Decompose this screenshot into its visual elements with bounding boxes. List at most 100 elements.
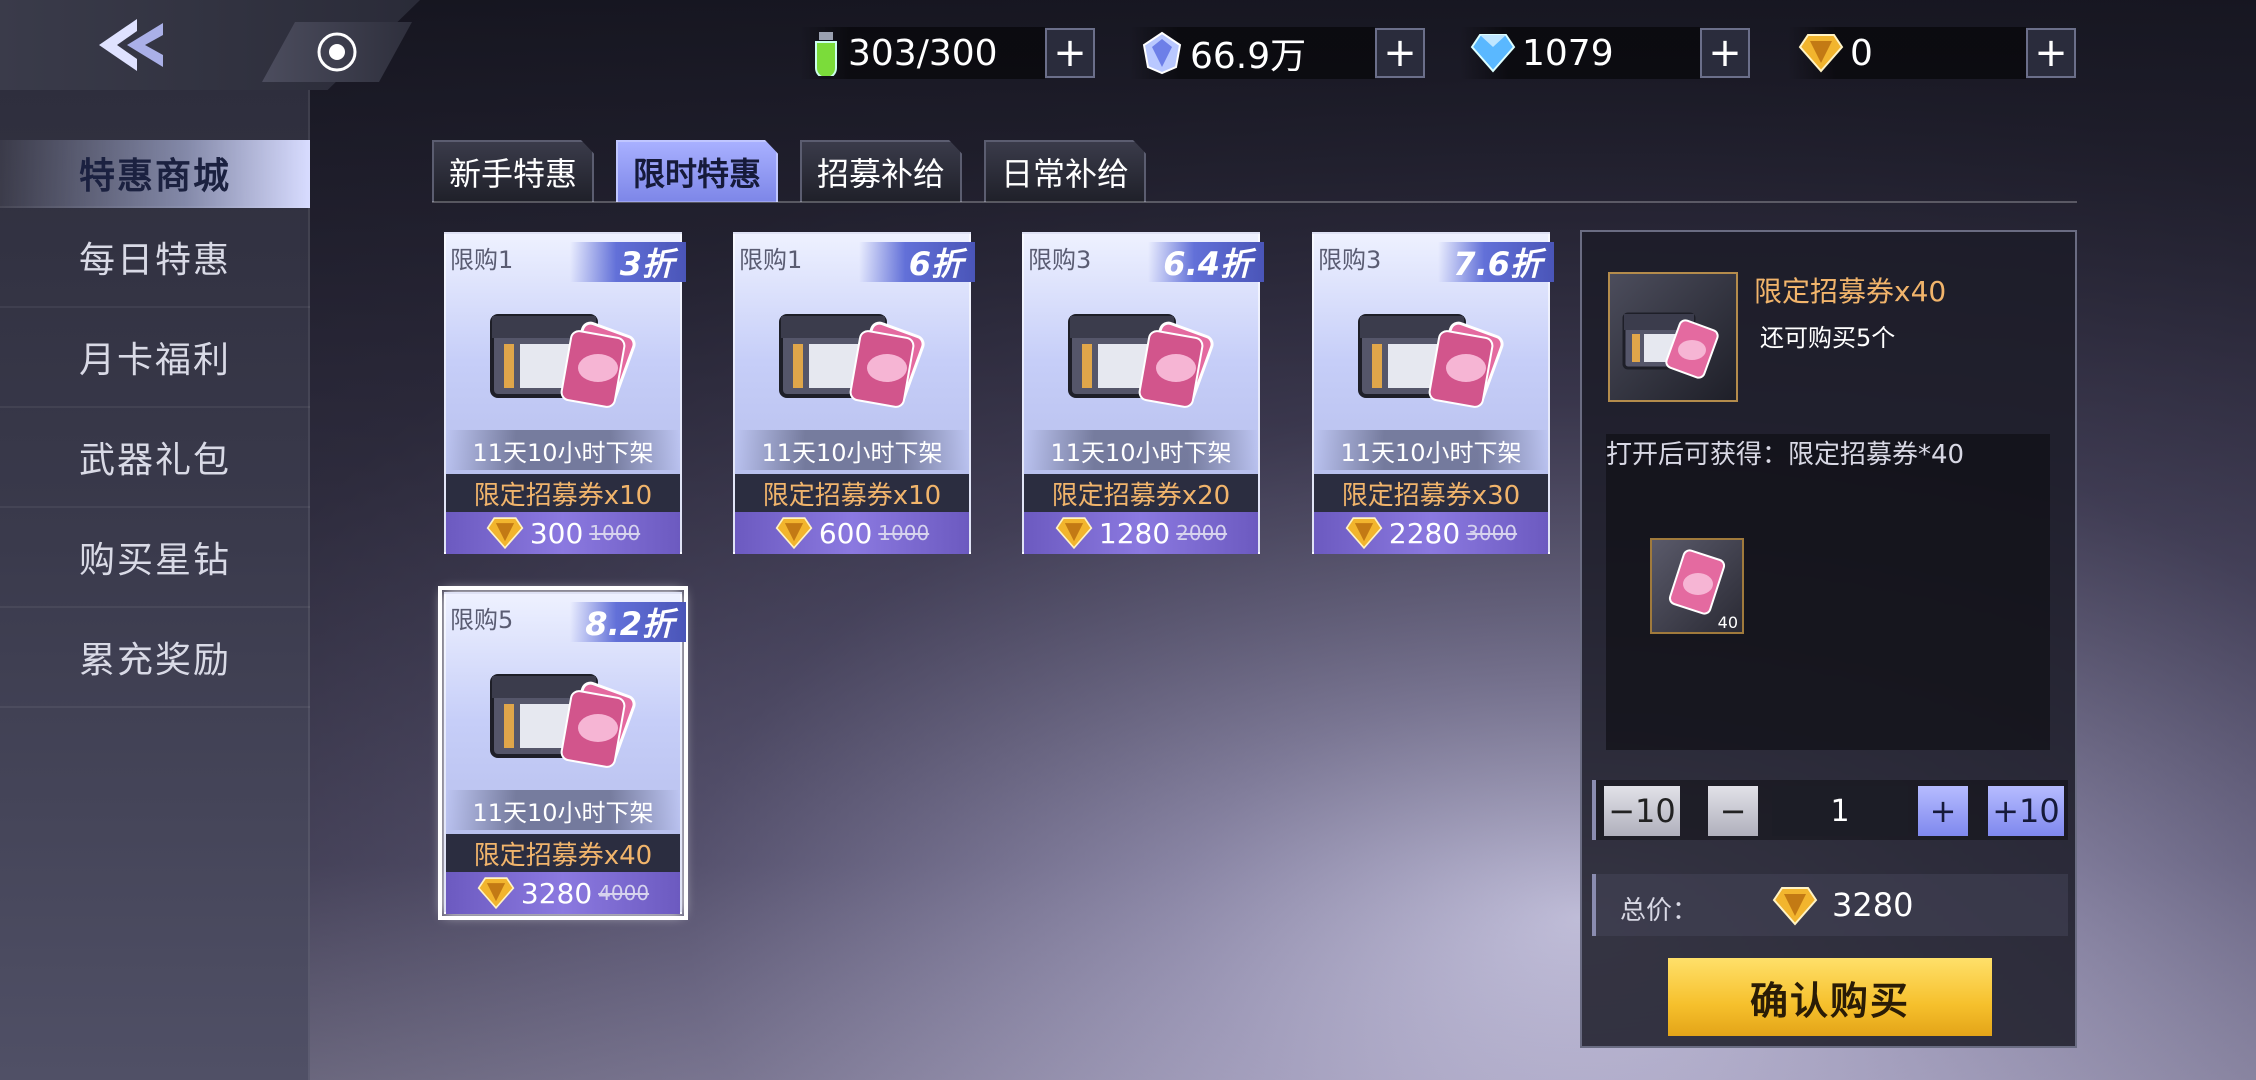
- product-name: 限定招募券x20: [1024, 474, 1258, 512]
- tab-limited-time[interactable]: 限时特惠: [616, 140, 778, 202]
- stamina-potion-icon: [815, 32, 837, 76]
- product-card[interactable]: 限购5 8.2折 11天10小时下架 限定招募券x40 3280 4000: [438, 586, 688, 920]
- add-stamina-button[interactable]: +: [1045, 28, 1095, 78]
- total-label: 总价：: [1620, 896, 1699, 926]
- current-price: 1280: [1098, 516, 1171, 550]
- product-image: [1064, 298, 1224, 408]
- plus-button[interactable]: +: [1918, 786, 1968, 836]
- diamond-box: 1079: [1460, 27, 1700, 79]
- product-image: [775, 298, 935, 408]
- confirm-purchase-button[interactable]: 确认购买: [1668, 958, 1992, 1036]
- tab-recruit-supply[interactable]: 招募补给: [800, 140, 962, 202]
- product-card[interactable]: 限购1 6折 11天10小时下架 限定招募券x10 600 1000: [733, 232, 975, 554]
- tab-label: 限时特惠: [632, 155, 761, 193]
- product-card[interactable]: 限购3 7.6折 11天10小时下架 限定招募券x30 2280 3000: [1312, 232, 1554, 554]
- target-icon: [317, 32, 357, 72]
- sidebar-item-label: 月卡福利: [78, 340, 231, 381]
- expiry-timer: 11天10小时下架: [1314, 430, 1548, 470]
- price-row: 300 1000: [446, 512, 680, 554]
- diamond-icon: [1470, 34, 1516, 73]
- sidebar-item-weapon-pack[interactable]: 武器礼包: [0, 408, 310, 508]
- sidebar-nav: 特惠商城 每日特惠 月卡福利 武器礼包 购买星钻 累充奖励: [0, 140, 310, 708]
- recruit-chest-icon: [1068, 314, 1214, 408]
- stamina-box: 303/300: [800, 27, 1045, 79]
- original-price: 1000: [878, 521, 930, 545]
- original-price: 4000: [598, 881, 650, 905]
- minus-ten-button[interactable]: −10: [1604, 786, 1680, 836]
- price-row: 2280 3000: [1314, 512, 1548, 554]
- recruit-chest-icon: [779, 314, 925, 408]
- product-image: [486, 658, 646, 768]
- current-price: 300: [529, 516, 584, 550]
- discount-badge: 7.6折: [1438, 242, 1554, 283]
- diamond-value: 1079: [1522, 32, 1614, 74]
- sidebar-item-buy-star-diamond[interactable]: 购买星钻: [0, 508, 310, 608]
- purchase-limit: 限购1: [450, 246, 514, 274]
- star-diamond-icon: [486, 517, 524, 550]
- sidebar-item-recharge-rewards[interactable]: 累充奖励: [0, 608, 310, 708]
- purchase-limit: 限购1: [739, 246, 803, 274]
- resource-diamond: 1079 +: [1460, 24, 1750, 82]
- total-value: 3280: [1832, 886, 1914, 924]
- price-row: 1280 2000: [1024, 512, 1258, 554]
- recruit-chest-icon: [490, 674, 636, 768]
- discount-badge: 8.2折: [570, 602, 686, 643]
- minus-button[interactable]: −: [1708, 786, 1758, 836]
- expiry-timer: 11天10小时下架: [446, 790, 680, 830]
- product-name: 限定招募券x10: [446, 474, 680, 512]
- star-diamond-icon: [1798, 34, 1844, 73]
- expiry-timer: 11天10小时下架: [446, 430, 680, 470]
- sidebar-item-label: 购买星钻: [78, 540, 231, 581]
- quantity-field[interactable]: 1: [1772, 786, 1908, 836]
- add-star-diamond-button[interactable]: +: [2026, 28, 2076, 78]
- sidebar: 特惠商城 每日特惠 月卡福利 武器礼包 购买星钻 累充奖励: [0, 0, 310, 1080]
- resource-stamina: 303/300 +: [800, 24, 1095, 82]
- back-button[interactable]: [92, 12, 172, 78]
- add-diamond-button[interactable]: +: [1700, 28, 1750, 78]
- product-name: 限定招募券x40: [446, 834, 680, 872]
- total-price-row: 总价： 3280: [1592, 874, 2068, 936]
- expiry-timer: 11天10小时下架: [1024, 430, 1258, 470]
- resource-crystal: 66.9万 +: [1130, 24, 1425, 82]
- discount-badge: 6折: [859, 242, 975, 283]
- tab-label: 新手特惠: [448, 155, 577, 193]
- add-crystal-button[interactable]: +: [1375, 28, 1425, 78]
- reward-count: 40: [1717, 613, 1738, 632]
- crystal-icon: [1142, 31, 1182, 75]
- tab-label: 日常补给: [1000, 155, 1129, 193]
- plus-ten-button[interactable]: +10: [1988, 786, 2064, 836]
- resource-star-diamond: 0 +: [1788, 24, 2076, 82]
- tab-bar: 新手特惠 限时特惠 招募补给 日常补给: [432, 140, 1168, 202]
- tab-daily-supply[interactable]: 日常补给: [984, 140, 1146, 202]
- purchase-limit: 限购5: [450, 606, 514, 634]
- star-diamond-icon: [1055, 517, 1093, 550]
- sidebar-item-label: 累充奖励: [78, 640, 231, 681]
- sidebar-item-special-mall[interactable]: 特惠商城: [0, 140, 310, 208]
- detail-item-name: 限定招募券x40: [1754, 275, 1947, 308]
- back-arrow-icon: [99, 19, 163, 71]
- product-card[interactable]: 限购1 3折 11天10小时下架 限定招募券x10 300 1000: [444, 232, 686, 554]
- recruit-chest-icon: [490, 314, 636, 408]
- sidebar-item-label: 特惠商城: [78, 156, 231, 197]
- discount-badge: 3折: [570, 242, 686, 283]
- product-name: 限定招募券x30: [1314, 474, 1548, 512]
- product-card[interactable]: 限购3 6.4折 11天10小时下架 限定招募券x20 1280 2000: [1022, 232, 1264, 554]
- quantity-stepper: −10 − 1 + +10: [1592, 780, 2068, 840]
- sidebar-item-daily-deals[interactable]: 每日特惠: [0, 208, 310, 308]
- original-price: 2000: [1176, 521, 1228, 545]
- star-diamond-icon: [775, 517, 813, 550]
- product-image: [1354, 298, 1514, 408]
- tab-label: 招募补给: [816, 155, 945, 193]
- tab-divider: [432, 201, 2077, 203]
- detail-remaining: 还可购买5个: [1760, 324, 1896, 352]
- sidebar-item-label: 每日特惠: [78, 240, 231, 281]
- tab-newbie[interactable]: 新手特惠: [432, 140, 594, 202]
- crystal-box: 66.9万: [1130, 27, 1375, 79]
- original-price: 3000: [1466, 521, 1518, 545]
- purchase-limit: 限购3: [1028, 246, 1092, 274]
- reward-item-tile[interactable]: 40: [1650, 538, 1744, 634]
- star-diamond-box: 0: [1788, 27, 2026, 79]
- sidebar-item-monthly-card[interactable]: 月卡福利: [0, 308, 310, 408]
- star-diamond-icon: [477, 877, 515, 910]
- recruit-chest-icon: [1358, 314, 1504, 408]
